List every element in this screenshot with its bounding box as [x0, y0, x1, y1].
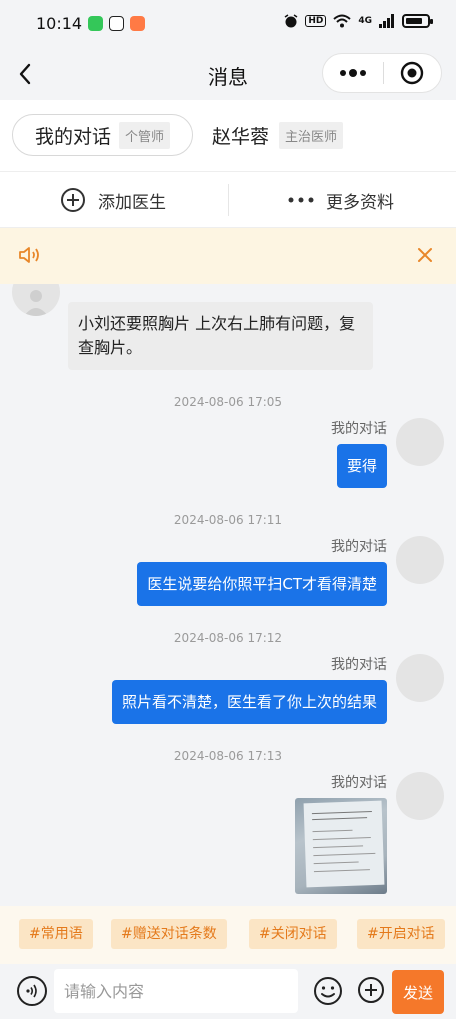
green-app-icon: [88, 16, 103, 31]
input-bar: 发送: [0, 964, 456, 1019]
tab-label: 我的对话: [35, 125, 112, 148]
sender-name: 我的对话: [331, 657, 387, 673]
more-info-button[interactable]: 更多资料: [288, 172, 394, 228]
more-dots-icon[interactable]: [323, 54, 383, 92]
user-placeholder-icon: [24, 290, 48, 316]
ellipsis-icon: [288, 197, 314, 203]
emoji-icon[interactable]: [313, 976, 343, 1010]
tab-my-conversation[interactable]: 我的对话 个管师: [12, 114, 193, 156]
sender-name: 我的对话: [331, 539, 387, 555]
close-icon[interactable]: [416, 246, 434, 268]
sender-name: 我的对话: [331, 775, 387, 791]
report-line: [312, 837, 371, 841]
report-line: [312, 829, 353, 833]
hd-badge: HD: [305, 15, 327, 27]
action-bar: 添加医生 更多资料: [0, 172, 456, 228]
sender-name: 我的对话: [331, 421, 387, 437]
tab-role-badge: 个管师: [119, 121, 171, 149]
report-line: [313, 852, 376, 857]
quick-tags-bar: #常用语 #赠送对话条数 #关闭对话 #开启对话: [0, 906, 456, 964]
more-info-label: 更多资料: [326, 192, 394, 213]
plus-icon[interactable]: [357, 976, 385, 1008]
report-paper: [303, 800, 385, 888]
message-timestamp: 2024-08-06 17:11: [173, 513, 283, 527]
nav-bar: 消息: [0, 48, 456, 100]
action-divider: [228, 184, 229, 216]
signal-icon: [379, 14, 394, 28]
reader-app-icon: [109, 16, 124, 31]
message-timestamp: 2024-08-06 17:05: [173, 395, 283, 409]
chat-area[interactable]: 小刘还要照胸片 上次右上肺有问题，复查胸片。 2024-08-06 17:05 …: [0, 284, 456, 906]
voice-icon[interactable]: [17, 976, 47, 1006]
conversation-tabs: 我的对话 个管师 赵华蓉 主治医师: [0, 100, 456, 172]
target-close-icon[interactable]: [383, 54, 441, 92]
tab-role-badge: 主治医师: [279, 121, 344, 149]
alarm-icon: [284, 14, 298, 28]
report-line: [312, 817, 368, 821]
speaker-icon: [18, 245, 42, 269]
report-line: [311, 811, 372, 815]
battery-icon: [402, 14, 433, 28]
status-time: 10:14: [36, 14, 83, 33]
avatar[interactable]: [396, 536, 444, 584]
tab-doctor[interactable]: 赵华蓉 主治医师: [212, 114, 344, 156]
message-timestamp: 2024-08-06 17:12: [173, 631, 283, 645]
plus-circle-icon: [61, 188, 85, 212]
add-doctor-label: 添加医生: [98, 192, 166, 213]
medical-report-photo[interactable]: [295, 798, 387, 894]
notice-bar: [0, 228, 456, 284]
status-bar: 10:14 HD 4G: [0, 0, 456, 48]
wifi-icon: [333, 14, 352, 28]
send-button[interactable]: 发送: [392, 970, 444, 1014]
add-doctor-button[interactable]: 添加医生: [60, 172, 166, 228]
message-input[interactable]: [54, 969, 298, 1013]
avatar[interactable]: [396, 418, 444, 466]
avatar[interactable]: [396, 772, 444, 820]
report-line: [313, 861, 359, 865]
report-line: [313, 869, 370, 873]
status-app-icons: [88, 16, 145, 31]
system-indicators: HD 4G: [284, 14, 433, 28]
incoming-message-bubble: 小刘还要照胸片 上次右上肺有问题，复查胸片。: [68, 302, 373, 370]
report-line: [313, 845, 364, 849]
avatar[interactable]: [396, 654, 444, 702]
network-label: 4G: [358, 16, 372, 26]
game-app-icon: [130, 16, 145, 31]
mini-program-capsule: [322, 53, 442, 93]
outgoing-message-bubble: 要得: [336, 444, 387, 488]
outgoing-message-bubble: 医生说要给你照平扫CT才看得清楚: [137, 562, 387, 606]
quick-tag-close-chat[interactable]: #关闭对话: [249, 919, 337, 949]
outgoing-message-bubble: 照片看不清楚，医生看了你上次的结果: [111, 680, 387, 724]
quick-tag-gift-messages[interactable]: #赠送对话条数: [111, 919, 227, 949]
avatar[interactable]: [12, 284, 60, 316]
message-timestamp: 2024-08-06 17:13: [173, 749, 283, 763]
quick-tag-common-phrases[interactable]: #常用语: [19, 919, 93, 949]
tab-label: 赵华蓉: [212, 125, 270, 148]
quick-tag-open-chat[interactable]: #开启对话: [357, 919, 445, 949]
